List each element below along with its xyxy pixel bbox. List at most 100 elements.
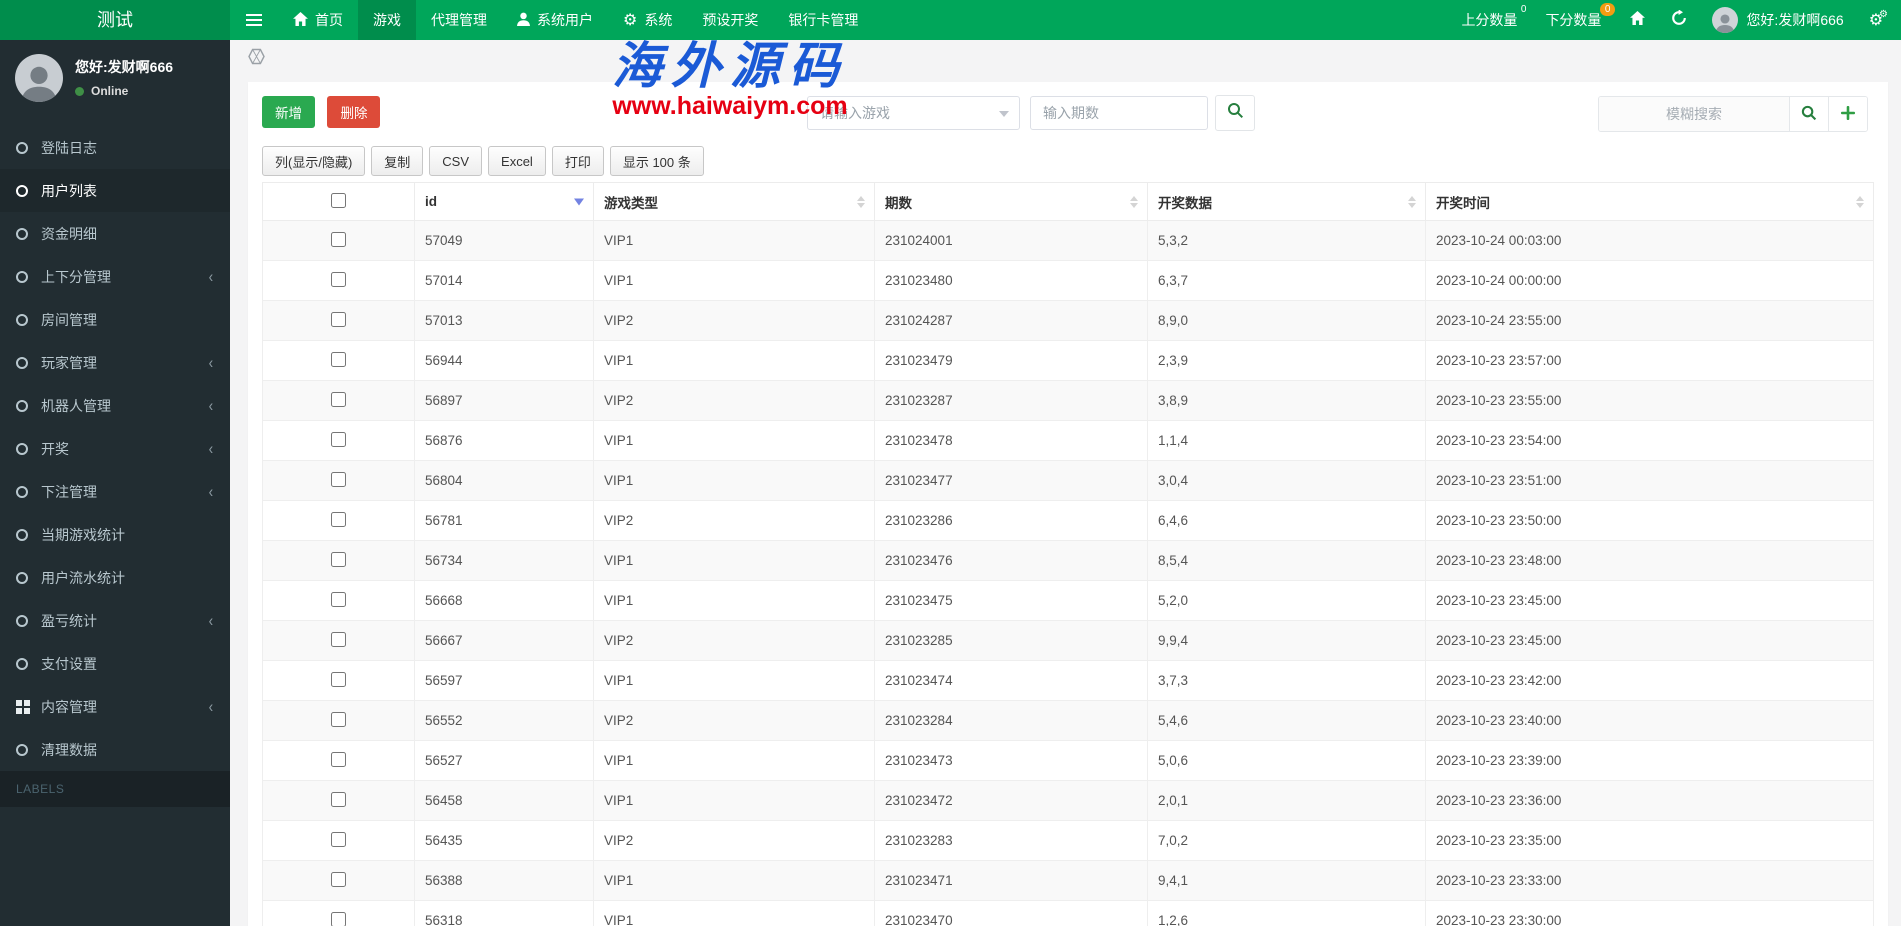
row-checkbox[interactable] [331,391,346,407]
row-checkbox[interactable] [331,751,346,767]
settings-button[interactable]: ⚙ ⚙ [1856,0,1901,40]
cell-game-type: VIP1 [593,780,875,821]
add-row-button[interactable] [1828,97,1867,131]
sidebar-item[interactable]: 房间管理 [0,298,230,341]
score-down-button[interactable]: 下分数量 0 [1533,0,1617,40]
table-row: 56435 VIP2 231023283 7,0,2 2023-10-23 23:35:… [262,820,1874,861]
cell-draw-time: 2023-10-23 23:50:00 [1425,500,1874,541]
home-button[interactable] [1617,0,1658,40]
cell-result: 5,0,6 [1147,740,1426,781]
nav-item[interactable]: 预设开奖 [687,0,773,40]
issue-input[interactable] [1030,96,1208,130]
nav-item[interactable]: 银行卡管理 [773,0,873,40]
sidebar-item[interactable]: 开奖 ‹ [0,427,230,470]
cell-issue: 231023480 [874,260,1148,301]
table-tool-button[interactable]: CSV [429,146,483,176]
cell-result: 8,9,0 [1147,300,1426,341]
sidebar-item[interactable]: 玩家管理 ‹ [0,341,230,384]
table-tool-button[interactable]: Excel [488,146,546,176]
sidebar-item[interactable]: 内容管理 ‹ [0,685,230,728]
row-checkbox[interactable] [331,311,346,327]
row-checkbox[interactable] [331,831,346,847]
table-tool-button[interactable]: 列(显示/隐藏) [262,146,366,176]
brand-title[interactable]: 测试 [0,0,230,40]
cell-draw-time: 2023-10-23 23:57:00 [1425,340,1874,381]
sidebar-item[interactable]: 盈亏统计 ‹ [0,599,230,642]
cell-issue: 231023472 [874,780,1148,821]
sidebar-item-label: 内容管理 [41,698,97,715]
nav-item[interactable]: ⚙ 系统 [608,0,687,40]
cell-draw-time: 2023-10-23 23:42:00 [1425,660,1874,701]
row-checkbox[interactable] [331,271,346,287]
game-select-placeholder: 请输入游戏 [820,105,890,121]
chevron-left-icon: ‹ [208,611,214,630]
delete-button[interactable]: 删除 [327,96,381,128]
fuzzy-search-input[interactable] [1599,97,1789,131]
sidebar-item[interactable]: 用户流水统计 [0,556,230,599]
row-checkbox[interactable] [331,671,346,687]
cell-result: 2,3,9 [1147,340,1426,381]
table-tool-button[interactable]: 打印 [551,146,604,176]
refresh-button[interactable] [1658,0,1700,40]
add-button[interactable]: 新增 [262,96,315,128]
nav-item-label: 系统 [644,12,673,28]
sidebar-item-label: 清理数据 [41,741,97,758]
nav-item[interactable]: 首页 [278,0,358,40]
row-checkbox[interactable] [331,791,346,807]
column-header-issue[interactable]: 期数 [874,182,1148,221]
nav-item-label: 银行卡管理 [788,12,859,28]
column-header-game-type[interactable]: 游戏类型 [593,182,875,221]
nav-item[interactable]: 代理管理 [416,0,502,40]
row-select-cell [262,860,415,901]
sidebar-item[interactable]: 机器人管理 ‹ [0,384,230,427]
sidebar-item[interactable]: 用户列表 [0,169,230,212]
select-all-checkbox[interactable] [331,192,346,208]
row-checkbox[interactable] [331,231,346,247]
cell-id: 57014 [414,260,594,301]
hexagon-icon [248,48,265,70]
game-select[interactable]: 请输入游戏 [807,96,1020,130]
user-menu[interactable]: 您好:发财啊666 [1700,0,1855,40]
nav-item[interactable]: 游戏 [358,0,416,40]
row-checkbox[interactable] [331,911,346,926]
gear-icon: ⚙ [623,10,638,29]
row-checkbox[interactable] [331,511,346,527]
column-header-id[interactable]: id [414,182,594,221]
row-checkbox[interactable] [331,591,346,607]
row-checkbox[interactable] [331,351,346,367]
chevron-left-icon: ‹ [208,482,214,501]
fuzzy-search-group [1598,96,1868,132]
search-button[interactable] [1215,95,1255,131]
row-checkbox[interactable] [331,711,346,727]
row-checkbox[interactable] [331,431,346,447]
fuzzy-search-button[interactable] [1789,97,1828,131]
table-tool-button[interactable]: 复制 [371,146,424,176]
column-header-result[interactable]: 开奖数据 [1147,182,1426,221]
row-checkbox[interactable] [331,471,346,487]
sidebar-item[interactable]: 资金明细 [0,212,230,255]
row-checkbox[interactable] [331,551,346,567]
cell-result: 3,7,3 [1147,660,1426,701]
main-content: 海外源码 www.haiwaiym.com 新增 删除 请输入游戏 输入期数 模… [230,39,1901,926]
nav-item[interactable]: 系统用户 [502,0,608,40]
sidebar-item[interactable]: 下注管理 ‹ [0,470,230,513]
sidebar-toggle-button[interactable] [230,0,278,40]
sidebar-item[interactable]: 支付设置 [0,642,230,685]
nav-item-label: 首页 [315,12,343,28]
sidebar-item[interactable]: 上下分管理 ‹ [0,255,230,298]
row-checkbox[interactable] [331,631,346,647]
hamburger-icon [246,14,262,16]
row-checkbox[interactable] [331,871,346,887]
cell-result: 1,2,6 [1147,900,1426,926]
score-down-count-badge: 0 [1599,3,1616,16]
table-tool-button[interactable]: 显示 100 条 [609,146,704,176]
column-header-draw-time[interactable]: 开奖时间 [1425,182,1874,221]
sidebar-section-labels: LABELS [0,771,230,807]
sidebar-item[interactable]: 清理数据 [0,728,230,771]
table-row: 56944 VIP1 231023479 2,3,9 2023-10-23 23:57:… [262,340,1874,381]
score-up-button[interactable]: 上分数量 0 [1449,0,1533,40]
circle-icon [16,399,28,412]
sidebar-item[interactable]: 当期游戏统计 [0,513,230,556]
row-select-cell [262,700,415,741]
sidebar-item[interactable]: 登陆日志 [0,126,230,169]
